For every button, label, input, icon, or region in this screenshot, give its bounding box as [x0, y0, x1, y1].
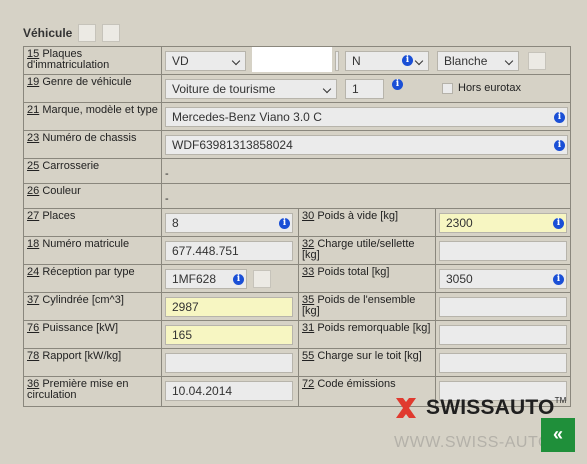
puissance-input[interactable]: 165 — [165, 325, 293, 345]
genre-cell: Voiture de tourisme 1 i Hors eurotax — [161, 74, 571, 103]
carrosserie-value: - — [165, 168, 169, 180]
info-icon[interactable]: i — [402, 55, 413, 66]
label-places: 27 Places — [23, 208, 162, 237]
vehicle-form: 15 Plaques d'immatriculation VD N i Blan… — [23, 46, 571, 407]
genre-count-input[interactable]: 1 — [345, 79, 384, 99]
label-matricule: 18 Numéro matricule — [23, 236, 162, 265]
label-rapport: 78 Rapport [kW/kg] — [23, 348, 162, 377]
swissauto-cross-icon — [396, 398, 416, 418]
label-chassis: 23 Numéro de chassis — [23, 130, 162, 159]
info-icon[interactable]: i — [553, 274, 564, 285]
label-reception: 24 Réception par type — [23, 264, 162, 293]
chassis-cell: WDF63981313858024 i — [161, 130, 571, 159]
places-cell: 8 i — [161, 208, 299, 237]
label-cylindree: 37 Cylindrée [cm^3] — [23, 292, 162, 321]
rapport-input[interactable] — [165, 353, 293, 373]
label-charge-toit: 55 Charge sur le toit [kg] — [298, 348, 436, 377]
poids-vide-input[interactable]: 2300 — [439, 213, 567, 233]
plate-type-select[interactable]: N — [345, 51, 429, 71]
canton-select[interactable]: VD — [165, 51, 246, 71]
header-toggle-1[interactable] — [78, 24, 97, 42]
info-icon[interactable]: i — [279, 218, 290, 229]
label-poids-total: 33 Poids total [kg] — [298, 264, 436, 293]
poids-remorquable-cell — [435, 320, 571, 349]
couleur-cell: - — [161, 183, 571, 209]
plate-color-select[interactable]: Blanche — [437, 51, 519, 71]
header-toggle-2[interactable] — [102, 24, 121, 42]
marque-cell: Mercedes-Benz Viano 3.0 C i — [161, 102, 571, 131]
plate-checkbox[interactable] — [528, 52, 546, 70]
back-button[interactable]: « — [541, 418, 575, 452]
matricule-input[interactable]: 677.448.751 — [165, 241, 293, 261]
poids-total-cell: 3050 i — [435, 264, 571, 293]
poids-remorquable-input[interactable] — [439, 325, 567, 345]
plate-number-input[interactable] — [252, 47, 332, 72]
info-icon[interactable]: i — [553, 218, 564, 229]
label-poids-ensemble: 35 Poids de l'ensemble [kg] — [298, 292, 436, 321]
label-premiere-mise: 36 Première mise en circulation — [23, 376, 162, 407]
puissance-cell: 165 — [161, 320, 299, 349]
label-puissance: 76 Puissance [kW] — [23, 320, 162, 349]
plate-divider — [335, 51, 339, 71]
eurotax-checkbox[interactable] — [442, 83, 453, 94]
poids-total-input[interactable]: 3050 — [439, 269, 567, 289]
places-input[interactable]: 8 — [165, 213, 293, 233]
label-genre: 19 Genre de véhicule — [23, 74, 162, 103]
eurotax-label: Hors eurotax — [458, 82, 521, 94]
premiere-mise-input[interactable]: 10.04.2014 — [165, 381, 293, 401]
label-marque: 21 Marque, modèle et type — [23, 102, 162, 131]
chassis-input[interactable]: WDF63981313858024 — [165, 135, 568, 155]
charge-toit-cell — [435, 348, 571, 377]
cylindree-input[interactable]: 2987 — [165, 297, 293, 317]
reception-cell: 1MF628 i — [161, 264, 299, 293]
charge-utile-cell — [435, 236, 571, 265]
premiere-mise-cell: 10.04.2014 — [161, 376, 299, 407]
swissauto-logo: SWISSAUTOTM — [394, 396, 567, 420]
label-couleur: 26 Couleur — [23, 183, 162, 209]
label-plates: 15 Plaques d'immatriculation — [23, 46, 162, 75]
couleur-value: - — [165, 193, 169, 205]
marque-input[interactable]: Mercedes-Benz Viano 3.0 C — [165, 107, 568, 127]
poids-vide-cell: 2300 i — [435, 208, 571, 237]
info-icon[interactable]: i — [554, 140, 565, 151]
brand-name: SWISSAUTOTM — [426, 396, 567, 419]
charge-toit-input[interactable] — [439, 353, 567, 373]
label-poids-remorquable: 31 Poids remorquable [kg] — [298, 320, 436, 349]
label-carrosserie: 25 Carrosserie — [23, 158, 162, 184]
genre-select[interactable]: Voiture de tourisme — [165, 79, 337, 99]
section-header: Véhicule — [23, 24, 121, 42]
charge-utile-input[interactable] — [439, 241, 567, 261]
matricule-cell: 677.448.751 — [161, 236, 299, 265]
poids-ensemble-input[interactable] — [439, 297, 567, 317]
label-charge-utile: 32 Charge utile/sellette [kg] — [298, 236, 436, 265]
carrosserie-cell: - — [161, 158, 571, 184]
reception-checkbox[interactable] — [253, 270, 271, 288]
rapport-cell — [161, 348, 299, 377]
section-title: Véhicule — [23, 26, 73, 40]
info-icon[interactable]: i — [554, 112, 565, 123]
plates-cell: VD N i Blanche — [161, 46, 571, 75]
label-poids-vide: 30 Poids à vide [kg] — [298, 208, 436, 237]
info-icon[interactable]: i — [233, 274, 244, 285]
cylindree-cell: 2987 — [161, 292, 299, 321]
info-icon[interactable]: i — [392, 79, 403, 90]
poids-ensemble-cell — [435, 292, 571, 321]
